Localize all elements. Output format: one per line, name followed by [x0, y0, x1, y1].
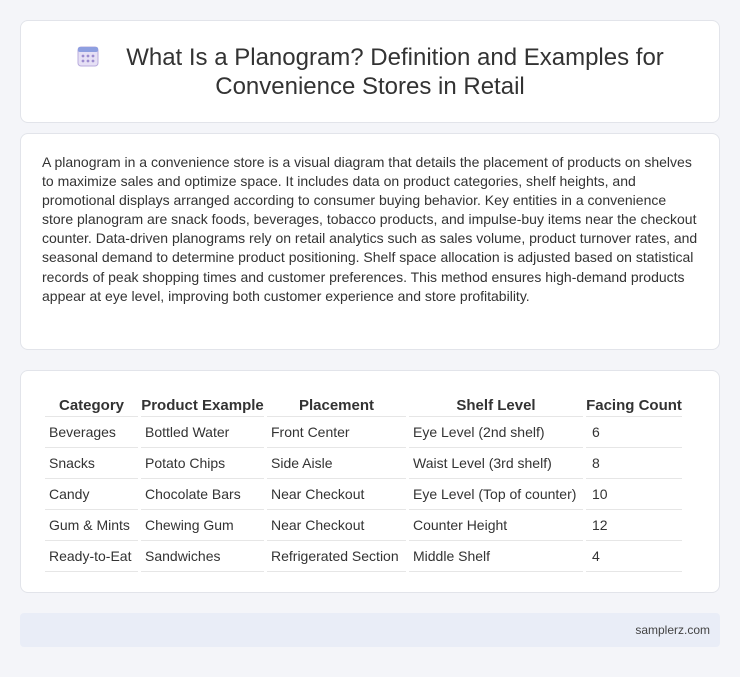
table-cell: Near Checkout: [267, 479, 406, 510]
table-header-row: Category Product Example Placement Shelf…: [45, 391, 682, 417]
title-line-2: Convenience Stores in Retail: [215, 73, 525, 100]
table-cell: Waist Level (3rd shelf): [409, 448, 583, 479]
calendar-icon: [77, 46, 99, 67]
planogram-table: Category Product Example Placement Shelf…: [42, 391, 685, 572]
table-cell: Ready-to-Eat: [45, 541, 138, 572]
table-cell: 12: [586, 510, 682, 541]
table-cell: 10: [586, 479, 682, 510]
table-cell: Candy: [45, 479, 138, 510]
table-cell: Potato Chips: [141, 448, 264, 479]
table-cell: Chocolate Bars: [141, 479, 264, 510]
table-row: Snacks Potato Chips Side Aisle Waist Lev…: [45, 448, 682, 479]
table-cell: Middle Shelf: [409, 541, 583, 572]
column-header: Placement: [267, 391, 406, 417]
column-header: Shelf Level: [409, 391, 583, 417]
table-cell: Near Checkout: [267, 510, 406, 541]
table-cell: Sandwiches: [141, 541, 264, 572]
table-cell: Snacks: [45, 448, 138, 479]
column-header: Facing Count: [586, 391, 682, 417]
header-card: What Is a Planogram? Definition and Exam…: [20, 20, 720, 123]
table-cell: Eye Level (2nd shelf): [409, 417, 583, 448]
table-cell: Eye Level (Top of counter): [409, 479, 583, 510]
table-cell: Front Center: [267, 417, 406, 448]
table-row: Ready-to-Eat Sandwiches Refrigerated Sec…: [45, 541, 682, 572]
table-cell: Refrigerated Section: [267, 541, 406, 572]
table-card: Category Product Example Placement Shelf…: [20, 370, 720, 593]
table-cell: Counter Height: [409, 510, 583, 541]
table-cell: 6: [586, 417, 682, 448]
summary-card: A planogram in a convenience store is a …: [20, 133, 720, 350]
table-cell: Gum & Mints: [45, 510, 138, 541]
table-cell: 8: [586, 448, 682, 479]
table-row: Beverages Bottled Water Front Center Eye…: [45, 417, 682, 448]
table-cell: Beverages: [45, 417, 138, 448]
footer-bar: samplerz.com: [20, 613, 720, 647]
summary-paragraph: A planogram in a convenience store is a …: [42, 154, 698, 304]
table-cell: Side Aisle: [267, 448, 406, 479]
column-header: Product Example: [141, 391, 264, 417]
table-cell: Chewing Gum: [141, 510, 264, 541]
page-title: What Is a Planogram? Definition and Exam…: [21, 43, 719, 101]
table-cell: Bottled Water: [141, 417, 264, 448]
table-row: Gum & Mints Chewing Gum Near Checkout Co…: [45, 510, 682, 541]
column-header: Category: [45, 391, 138, 417]
table-row: Candy Chocolate Bars Near Checkout Eye L…: [45, 479, 682, 510]
footer-site-link[interactable]: samplerz.com: [635, 623, 710, 637]
title-line-1: What Is a Planogram? Definition and Exam…: [126, 44, 664, 71]
table-cell: 4: [586, 541, 682, 572]
